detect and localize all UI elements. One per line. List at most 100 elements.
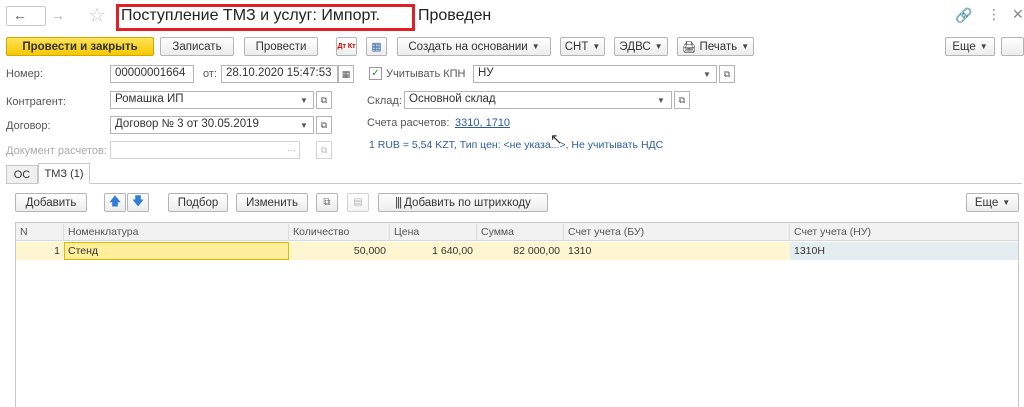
chevron-down-icon: ▼ <box>741 42 750 51</box>
calendar-button[interactable]: ▦ <box>338 65 354 83</box>
col-header-n[interactable]: N <box>16 224 64 241</box>
settlement-doc-field <box>110 141 300 159</box>
select-label: Подбор <box>177 196 219 209</box>
counterparty-label: Контрагент: <box>6 96 66 108</box>
create-based-on-label: Создать на основании <box>408 40 528 53</box>
cell-qty[interactable]: 50,000 <box>289 243 390 260</box>
more-button[interactable]: Еще ▼ <box>945 37 995 56</box>
col-header-item[interactable]: Номенклатура <box>64 224 289 241</box>
edvs-button[interactable]: ЭДВС ▼ <box>614 37 668 56</box>
print-button[interactable]: 🖨 Печать ▼ <box>677 37 754 56</box>
date-field[interactable]: 28.10.2020 15:47:53 <box>221 65 338 83</box>
dtkt-button[interactable]: Дт Кт <box>336 37 357 56</box>
tab-tmz[interactable]: ТМЗ (1) <box>38 163 90 184</box>
cell-acc-bu[interactable]: 1310 <box>564 243 790 260</box>
add-button[interactable]: Добавить <box>15 193 87 212</box>
settlement-doc-select-button: ... <box>287 143 296 154</box>
back-arrow-icon: ← <box>13 7 27 23</box>
col-header-sum[interactable]: Сумма <box>477 224 564 241</box>
counterparty-open-button[interactable]: ⧉ <box>316 91 332 109</box>
post-and-close-label: Провести и закрыть <box>22 40 138 53</box>
tab-os-label: ОС <box>13 168 31 181</box>
warehouse-open-button[interactable]: ⧉ <box>674 91 690 109</box>
save-label: Записать <box>172 40 222 53</box>
structure-button[interactable]: ▦ <box>366 37 387 56</box>
cell-sum[interactable]: 82 000,00 <box>477 243 564 260</box>
open-icon: ⧉ <box>320 94 328 105</box>
col-header-acc-nu[interactable]: Счет учета (НУ) <box>790 224 1018 241</box>
table-more-label: Еще <box>974 196 999 209</box>
chevron-down-icon[interactable]: ▼ <box>300 96 308 105</box>
move-down-button[interactable]: 🡇 <box>127 193 149 212</box>
open-icon: ⧉ <box>678 94 686 105</box>
snt-label: СНТ <box>564 40 589 53</box>
chevron-down-icon[interactable]: ▼ <box>703 70 711 79</box>
close-icon[interactable]: ✕ <box>1012 6 1024 23</box>
arrow-up-icon: 🡅 <box>108 194 122 208</box>
contract-open-button[interactable]: ⧉ <box>316 116 332 134</box>
settlement-doc-label: Документ расчетов: <box>6 145 107 157</box>
change-label: Изменить <box>246 196 298 209</box>
checkmark-icon: ✓ <box>371 68 380 79</box>
kpn-open-button[interactable]: ⧉ <box>719 65 735 83</box>
chevron-down-icon[interactable]: ▼ <box>657 96 665 105</box>
open-icon: ⧉ <box>320 144 328 155</box>
accounts-link[interactable]: 3310, 1710 <box>455 117 510 129</box>
page-status: Проведен <box>418 7 492 24</box>
snt-button[interactable]: СНТ ▼ <box>560 37 605 56</box>
contract-field[interactable]: Договор № 3 от 30.05.2019 <box>110 116 314 134</box>
table-more-button[interactable]: Еще ▼ <box>966 193 1019 212</box>
mouse-cursor-icon: ↖ <box>550 131 563 148</box>
menu-dots-icon[interactable]: ⋮ <box>987 6 1001 23</box>
paste-icon: ▤ <box>353 197 363 208</box>
add-by-barcode-label: Добавить по штрихкоду <box>404 196 531 209</box>
number-field[interactable]: 00000001664 <box>110 65 194 83</box>
chevron-down-icon: ▼ <box>979 42 988 51</box>
warehouse-label: Склад: <box>367 95 402 107</box>
add-label: Добавить <box>25 196 77 209</box>
change-button[interactable]: Изменить <box>236 193 308 212</box>
dtkt-icon: Дт Кт <box>337 43 356 50</box>
structure-icon: ▦ <box>371 41 382 53</box>
add-by-barcode-button[interactable]: ||| Добавить по штрихкоду <box>378 193 548 212</box>
col-header-qty[interactable]: Количество <box>289 224 390 241</box>
more-label: Еще <box>952 40 976 53</box>
post-label: Провести <box>255 40 307 53</box>
move-up-button[interactable]: 🡅 <box>104 193 126 212</box>
currency-note[interactable]: 1 RUB = 5,54 KZT, Тип цен: <не указа...>… <box>369 139 663 151</box>
cell-price[interactable]: 1 640,00 <box>390 243 477 260</box>
chevron-down-icon: ▼ <box>1002 198 1011 207</box>
chevron-down-icon[interactable]: ▼ <box>300 121 308 130</box>
date-label: от: <box>203 68 217 80</box>
counterparty-field[interactable]: Ромашка ИП <box>110 91 314 109</box>
post-button[interactable]: Провести <box>244 37 318 56</box>
favorite-star-icon[interactable]: ☆ <box>88 3 106 28</box>
save-button[interactable]: Записать <box>160 37 234 56</box>
chevron-down-icon: ▼ <box>592 42 601 51</box>
open-icon: ⧉ <box>723 68 731 79</box>
forward-arrow-icon[interactable]: → <box>51 7 65 23</box>
warehouse-field[interactable]: Основной склад <box>404 91 672 109</box>
kpn-checkbox[interactable]: ✓ <box>369 67 382 80</box>
chevron-down-icon: ▼ <box>531 42 540 51</box>
post-and-close-button[interactable]: Провести и закрыть <box>6 37 154 56</box>
paste-button: ▤ <box>347 193 369 212</box>
col-header-acc-bu[interactable]: Счет учета (БУ) <box>564 224 790 241</box>
select-button[interactable]: Подбор <box>168 193 228 212</box>
settlement-doc-open-button: ⧉ <box>316 141 332 159</box>
chevron-down-icon: ▼ <box>654 42 663 51</box>
open-icon: ⧉ <box>320 119 328 130</box>
barcode-icon: ||| <box>395 196 402 209</box>
col-header-price[interactable]: Цена <box>390 224 477 241</box>
help-button[interactable] <box>1001 37 1024 56</box>
kpn-label: Учитывать КПН <box>386 68 466 80</box>
copy-button[interactable]: ⧉ <box>316 193 338 212</box>
cell-acc-nu[interactable]: 1310Н <box>790 243 1018 260</box>
link-icon[interactable]: 🔗 <box>955 7 972 24</box>
page-title: Поступление ТМЗ и услуг: Импорт. <box>121 7 381 24</box>
cell-item[interactable]: Стенд <box>64 243 289 260</box>
kpn-select[interactable]: НУ <box>473 65 717 83</box>
create-based-on-button[interactable]: Создать на основании ▼ <box>397 37 551 56</box>
tab-tmz-label: ТМЗ (1) <box>44 167 84 180</box>
tab-os[interactable]: ОС <box>6 165 38 183</box>
